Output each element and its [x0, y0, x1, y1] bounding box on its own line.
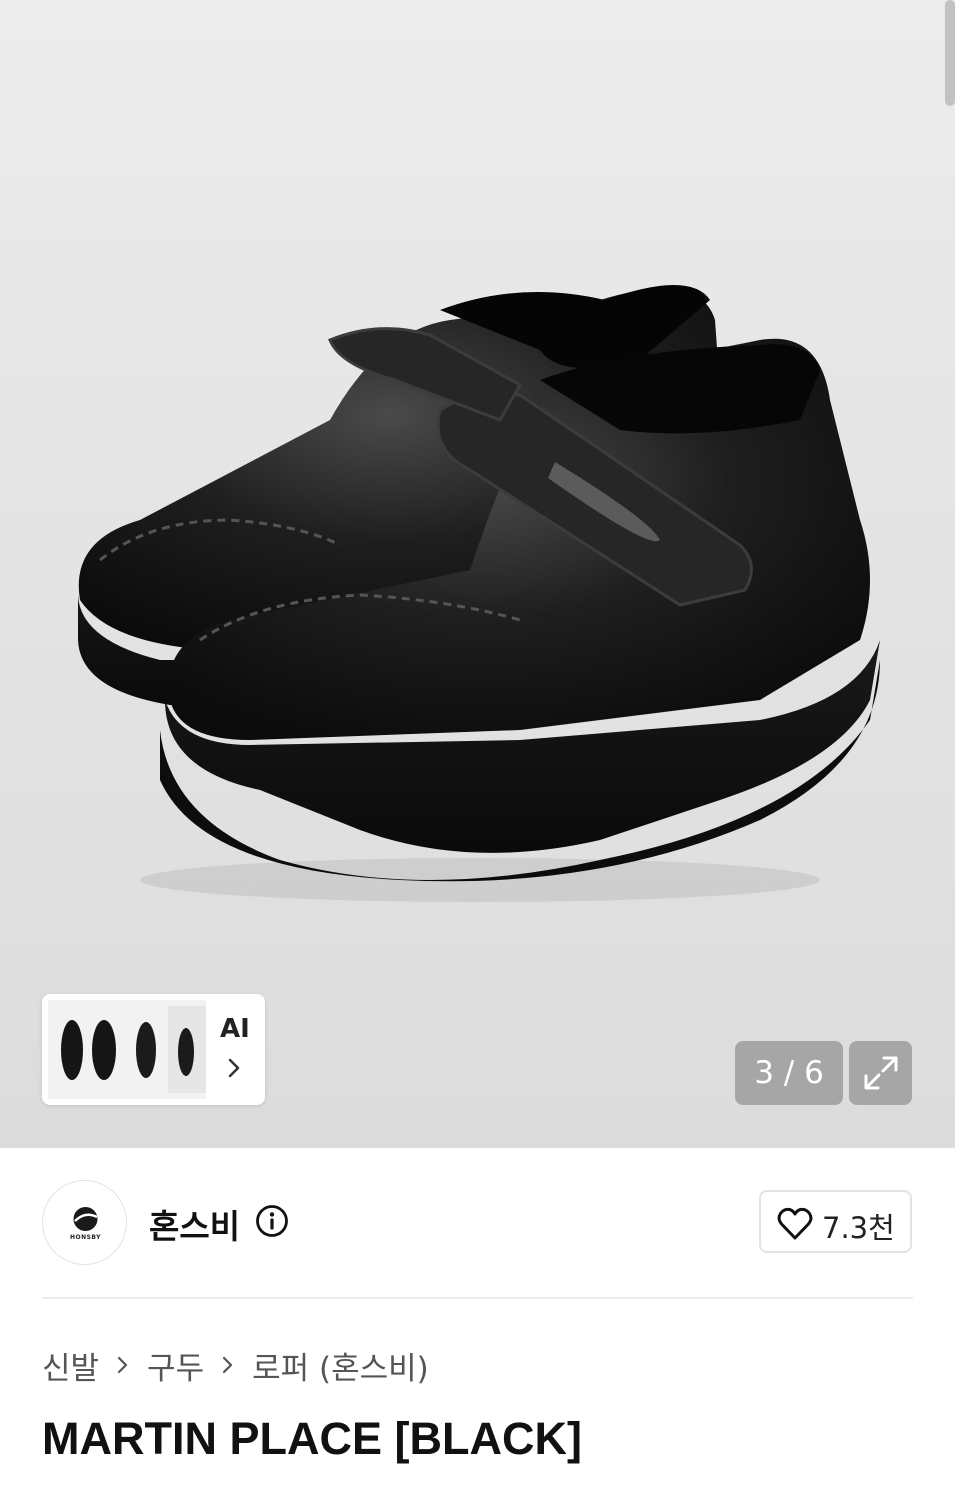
brand-logo-icon: [73, 1207, 98, 1231]
section-divider: [42, 1297, 913, 1299]
scroll-thumb[interactable]: [945, 0, 955, 106]
chevron-right-icon: [222, 1356, 233, 1374]
heart-outline-icon: [777, 1207, 813, 1240]
chevron-right-icon: [228, 1058, 240, 1078]
like-button[interactable]: 7.3천: [759, 1190, 912, 1253]
image-counter-badge: 3 / 6: [735, 1041, 843, 1105]
brand-row: HONSBY 혼스비 7.3천: [0, 1148, 955, 1298]
brand-logo-text: HONSBY: [69, 1234, 102, 1241]
expand-arrows-icon: [864, 1056, 898, 1090]
ai-similar-items-card[interactable]: AI: [42, 994, 265, 1105]
thumbnail-stack-icon: [48, 1000, 206, 1099]
brand-avatar[interactable]: HONSBY: [42, 1180, 127, 1265]
info-icon[interactable]: [255, 1204, 289, 1238]
expand-image-button[interactable]: [849, 1041, 912, 1105]
breadcrumb-item-shoes[interactable]: 신발: [42, 1343, 99, 1388]
chevron-right-icon: [117, 1356, 128, 1374]
product-title: MARTIN PLACE [BLACK]: [42, 1413, 582, 1464]
product-image-gallery[interactable]: AI 3 / 6: [0, 0, 955, 1148]
ai-label: AI: [220, 1014, 250, 1044]
breadcrumb-item-loafers[interactable]: 로퍼 (혼스비): [252, 1343, 429, 1388]
breadcrumb: 신발 구두 로퍼 (혼스비): [42, 1343, 429, 1388]
like-count: 7.3천: [822, 1211, 895, 1245]
product-photo[interactable]: [0, 0, 955, 1148]
brand-name[interactable]: 혼스비: [149, 1200, 240, 1248]
breadcrumb-item-dress-shoes[interactable]: 구두: [147, 1343, 204, 1388]
